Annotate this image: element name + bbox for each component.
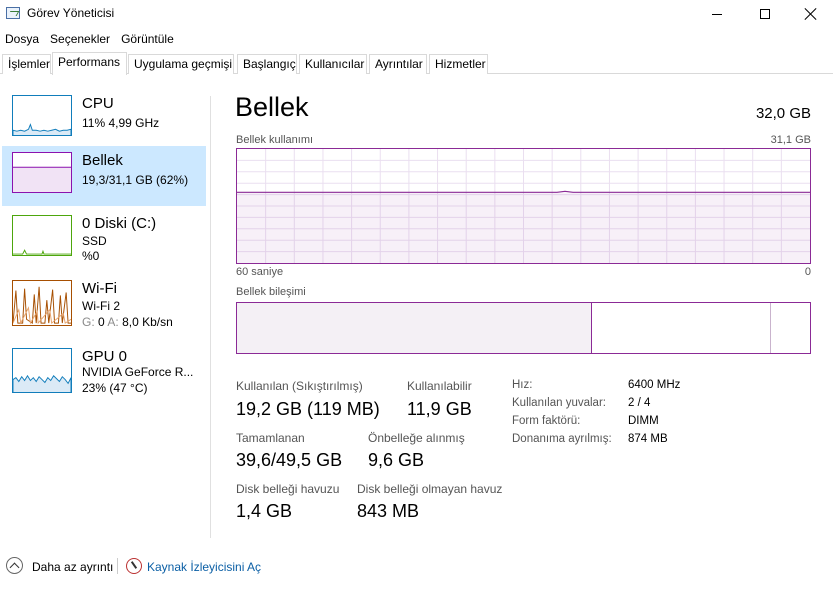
title-bar: Görev Yöneticisi: [0, 0, 833, 28]
form-factor-label: Form faktörü:: [512, 415, 581, 427]
memory-total: 32,0 GB: [755, 105, 811, 122]
resource-monitor-icon[interactable]: [126, 558, 142, 574]
device-stat: 19,3/31,1 GB (62%): [82, 173, 189, 187]
composition-label: Bellek bileşimi: [236, 286, 306, 298]
menu-bar: Dosya Seçenekler Görüntüle: [0, 30, 180, 48]
nonpaged-pool-label: Disk belleği olmayan havuz: [357, 482, 503, 496]
device-name: CPU: [82, 95, 114, 112]
device-type: SSD: [82, 234, 107, 248]
usage-graph-svg: [237, 149, 810, 263]
composition-standby-divider: [770, 303, 771, 353]
committed-value: 39,6/49,5 GB: [236, 450, 343, 470]
device-stat: 11% 4,99 GHz: [82, 116, 160, 130]
minimize-icon: [712, 13, 722, 15]
tab-app-history[interactable]: Uygulama geçmişi: [128, 54, 234, 74]
receive-value: 8,0 Kb/sn: [122, 315, 173, 329]
footer-divider: [117, 558, 118, 574]
device-gpu[interactable]: GPU 0 NVIDIA GeForce R... 23% (47 °C): [2, 342, 206, 402]
paged-pool-label: Disk belleği havuzu: [236, 482, 340, 496]
device-list: CPU 11% 4,99 GHz Bellek 19,3/31,1 GB (62…: [0, 74, 210, 542]
menu-file[interactable]: Dosya: [0, 30, 45, 48]
device-cpu[interactable]: CPU 11% 4,99 GHz: [2, 89, 206, 149]
tab-details[interactable]: Ayrıntılar: [369, 54, 427, 74]
speed-value: 6400 MHz: [628, 379, 681, 391]
available-label: Kullanılabilir: [407, 379, 472, 393]
footer-bar: Daha az ayrıntı Kaynak İzleyicisini Aç: [0, 552, 833, 582]
receive-label: A:: [107, 315, 119, 329]
device-disk[interactable]: 0 Diski (C:) SSD %0: [2, 209, 206, 269]
device-adapter: Wi-Fi 2: [82, 299, 120, 313]
task-manager-icon: [6, 7, 20, 19]
tab-services[interactable]: Hizmetler: [429, 54, 488, 74]
hardware-reserved-label: Donanıma ayrılmış:: [512, 433, 612, 445]
cpu-thumbnail: [12, 95, 72, 136]
maximize-icon: [760, 9, 770, 19]
device-stat: %0: [82, 249, 100, 263]
send-value: 0: [98, 315, 105, 329]
graph-time-right: 0: [804, 266, 811, 278]
device-name: Bellek: [82, 152, 123, 169]
slots-label: Kullanılan yuvalar:: [512, 397, 606, 409]
in-use-value: 19,2 GB (119 MB): [236, 399, 380, 419]
open-resource-monitor-link[interactable]: Kaynak İzleyicisini Aç: [147, 560, 261, 574]
maximize-button[interactable]: [742, 0, 788, 28]
menu-view[interactable]: Görüntüle: [116, 30, 180, 48]
close-icon: [805, 8, 817, 20]
device-name: 0 Diski (C:): [82, 215, 157, 232]
fewer-details-button[interactable]: Daha az ayrıntı: [32, 560, 113, 574]
memory-composition-bar: [236, 302, 811, 354]
gpu-thumbnail: [12, 348, 72, 393]
paged-pool-value: 1,4 GB: [236, 501, 293, 521]
hardware-reserved-value: 874 MB: [628, 433, 668, 445]
speed-label: Hız:: [512, 379, 533, 391]
disk-thumbnail: [12, 215, 72, 256]
device-name: Wi-Fi: [82, 280, 117, 297]
send-label: G:: [82, 315, 95, 329]
device-stat: 23% (47 °C): [82, 381, 148, 395]
form-factor-value: DIMM: [628, 415, 659, 427]
page-title: Bellek: [235, 92, 309, 122]
menu-options[interactable]: Seçenekler: [45, 30, 116, 48]
composition-in-use: [237, 303, 592, 353]
committed-label: Tamamlanan: [236, 431, 305, 445]
tab-strip: İşlemler Performans Uygulama geçmişi Baş…: [0, 52, 833, 75]
collapse-arrow-icon[interactable]: [6, 557, 23, 574]
device-memory[interactable]: Bellek 19,3/31,1 GB (62%): [2, 146, 206, 206]
tab-processes[interactable]: İşlemler: [2, 54, 51, 74]
slots-value: 2 / 4: [628, 397, 651, 409]
device-model: NVIDIA GeForce R...: [82, 365, 194, 379]
tab-performance[interactable]: Performans: [52, 52, 127, 75]
minimize-button[interactable]: [694, 0, 740, 28]
in-use-label: Kullanılan (Sıkıştırılmış): [236, 379, 363, 393]
device-stat: G: 0 A: 8,0 Kb/sn: [82, 315, 173, 329]
usage-graph-label: Bellek kullanımı: [236, 134, 314, 146]
tab-startup[interactable]: Başlangıç: [237, 54, 297, 74]
close-button[interactable]: [788, 0, 833, 28]
usage-area: [237, 192, 810, 263]
panel-divider: [210, 96, 211, 538]
device-wifi[interactable]: Wi-Fi Wi-Fi 2 G: 0 A: 8,0 Kb/sn: [2, 274, 206, 334]
memory-thumbnail: [12, 152, 72, 193]
device-name: GPU 0: [82, 348, 128, 365]
memory-usage-graph: [236, 148, 811, 264]
window-title: Görev Yöneticisi: [27, 6, 115, 20]
cached-value: 9,6 GB: [368, 450, 425, 470]
wifi-thumbnail: [12, 280, 72, 326]
tab-users[interactable]: Kullanıcılar: [299, 54, 367, 74]
graph-time-left: 60 saniye: [236, 266, 284, 278]
available-value: 11,9 GB: [407, 399, 472, 419]
cached-label: Önbelleğe alınmış: [368, 431, 465, 445]
nonpaged-pool-value: 843 MB: [357, 501, 420, 521]
usage-graph-max: 31,1 GB: [770, 134, 811, 146]
